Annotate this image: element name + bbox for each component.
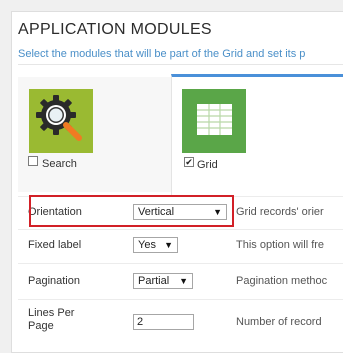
fixed-label-label: Fixed label xyxy=(28,239,82,251)
lines-per-page-input[interactable] xyxy=(133,314,194,330)
dropdown-arrow-icon: ▼ xyxy=(179,276,188,286)
fixed-label-value: Yes xyxy=(138,239,156,251)
lines-per-page-description: Number of record xyxy=(236,316,322,328)
pagination-select[interactable]: Partial ▼ xyxy=(133,273,193,289)
lines-per-page-label: Lines Per Page xyxy=(28,307,75,332)
row-divider xyxy=(18,263,343,264)
row-divider xyxy=(18,299,343,300)
grid-module-label: Grid xyxy=(197,159,218,171)
fixed-label-select[interactable]: Yes ▼ xyxy=(133,237,178,253)
search-module-label: Search xyxy=(42,158,77,170)
orientation-highlight-box xyxy=(29,195,234,227)
fixed-label-description: This option will fre xyxy=(236,239,325,251)
search-magnifier-icon xyxy=(36,95,82,141)
page-subtitle: Select the modules that will be part of … xyxy=(18,48,306,60)
grid-module-checkbox[interactable]: ✔ xyxy=(184,157,194,167)
orientation-description: Grid records' orier xyxy=(236,206,324,218)
search-module-checkbox[interactable] xyxy=(28,156,38,166)
pagination-label: Pagination xyxy=(28,275,80,287)
row-divider xyxy=(18,229,343,230)
header-divider xyxy=(18,64,343,65)
search-module-icon[interactable] xyxy=(29,89,93,153)
grid-table-icon xyxy=(197,104,232,135)
dropdown-arrow-icon: ▼ xyxy=(164,240,173,250)
pagination-value: Partial xyxy=(138,275,170,287)
grid-module-icon[interactable] xyxy=(182,89,246,153)
page-title: APPLICATION MODULES xyxy=(18,21,212,38)
pagination-description: Pagination methoc xyxy=(236,275,328,287)
